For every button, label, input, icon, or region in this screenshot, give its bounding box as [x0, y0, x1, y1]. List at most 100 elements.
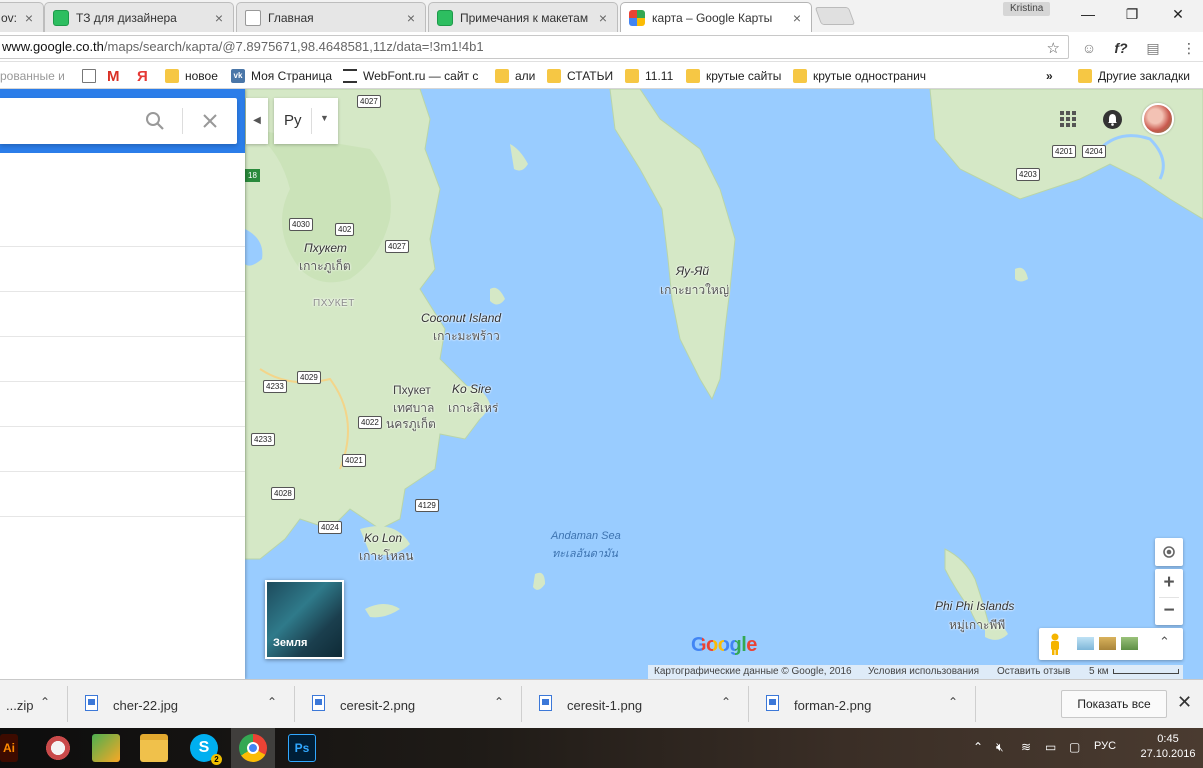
download-item[interactable]: ...zip ⌃: [0, 686, 68, 722]
bookmark-folder[interactable]: СТАТЬИ: [547, 67, 613, 85]
show-all-downloads-button[interactable]: Показать все: [1061, 690, 1167, 718]
maximize-icon[interactable]: ❐: [1122, 5, 1142, 23]
scale-label[interactable]: 5 км: [1089, 666, 1109, 677]
avatar[interactable]: [1142, 103, 1174, 135]
chevron-up-icon[interactable]: ⌃: [267, 695, 277, 709]
close-icon[interactable]: [200, 111, 220, 131]
language-select[interactable]: Ру ▼: [274, 98, 338, 144]
map-canvas[interactable]: 4027 402 4030 4027 4233 4029 4233 4022 4…: [0, 89, 1203, 679]
zoom-in-button[interactable]: +: [1155, 569, 1183, 597]
bookmark-item[interactable]: [82, 67, 102, 85]
earth-view-toggle[interactable]: Земля: [265, 580, 344, 659]
layer-thumb[interactable]: [1077, 637, 1094, 650]
result-row[interactable]: [0, 202, 245, 247]
tab-3[interactable]: Главная ×: [236, 2, 426, 32]
highway-shield: 18: [245, 169, 260, 182]
close-icon[interactable]: ×: [21, 10, 37, 26]
place-label[interactable]: Ko Lon: [364, 531, 402, 545]
menu-icon[interactable]: ⋮: [1180, 39, 1198, 57]
bookmark-folder[interactable]: крутые одностранич: [793, 67, 926, 85]
result-row[interactable]: [0, 472, 245, 517]
bookmark-label: новое: [185, 69, 218, 83]
bookmark-folder[interactable]: али: [495, 67, 535, 85]
battery-icon[interactable]: ▭: [1045, 740, 1056, 754]
result-row[interactable]: [0, 337, 245, 382]
place-label[interactable]: Пхукет: [393, 383, 431, 397]
window-close-icon[interactable]: ✕: [1168, 5, 1188, 23]
illustrator-icon[interactable]: Ai: [0, 734, 18, 762]
fonts-extension-icon[interactable]: f?: [1112, 39, 1130, 57]
bookmarks-overflow-button[interactable]: »: [1046, 67, 1053, 85]
chevron-up-icon[interactable]: ⌃: [721, 695, 731, 709]
chevron-up-icon[interactable]: ⌃: [494, 695, 504, 709]
place-label[interactable]: Пхукет: [304, 241, 347, 255]
message-icon[interactable]: ▢: [1069, 740, 1080, 754]
download-item[interactable]: ceresit-2.png ⌃: [296, 686, 522, 722]
system-clock[interactable]: 0:45 27.10.2016: [1138, 732, 1198, 762]
zoom-out-button[interactable]: −: [1155, 597, 1183, 625]
tab-1[interactable]: ov: ×: [0, 2, 44, 32]
place-label[interactable]: Phi Phi Islands: [935, 599, 1014, 613]
profile-name[interactable]: Kristina: [1003, 2, 1051, 16]
download-item[interactable]: forman-2.png ⌃: [750, 686, 976, 722]
chevron-down-icon: ▼: [320, 113, 329, 123]
bookmark-star-icon[interactable]: ☆: [1047, 38, 1060, 58]
address-bar[interactable]: www.google.co.th/maps/search/карта/@7.89…: [0, 35, 1069, 59]
app-icon[interactable]: [92, 734, 120, 762]
result-row[interactable]: [0, 427, 245, 472]
bookmark-vk[interactable]: vk Моя Страница: [231, 67, 332, 85]
result-row[interactable]: [0, 292, 245, 337]
extension-face-icon[interactable]: ☺: [1080, 39, 1098, 57]
close-icon[interactable]: ×: [211, 10, 227, 26]
bookmark-folder[interactable]: новое: [165, 67, 218, 85]
tab-google-maps[interactable]: карта – Google Карты ×: [620, 2, 812, 32]
pegman-icon[interactable]: [1049, 633, 1061, 655]
collapse-panel-button[interactable]: ◀: [246, 98, 268, 144]
bookmark-folder[interactable]: крутые сайты: [686, 67, 781, 85]
chevron-up-icon[interactable]: ⌃: [40, 695, 50, 709]
place-label[interactable]: Яу-Яй: [676, 264, 709, 278]
close-icon[interactable]: ×: [595, 10, 611, 26]
download-item[interactable]: cher-22.jpg ⌃: [69, 686, 295, 722]
app-icon[interactable]: [44, 734, 72, 762]
chevron-up-icon[interactable]: ⌃: [1159, 634, 1170, 650]
layer-thumb[interactable]: [1121, 637, 1138, 650]
notifications-bell-icon[interactable]: [1103, 110, 1122, 129]
tab-4[interactable]: Примечания к макетам ×: [428, 2, 618, 32]
result-row[interactable]: [0, 382, 245, 427]
my-location-button[interactable]: [1155, 538, 1183, 566]
terms-link[interactable]: Условия использования: [868, 666, 979, 677]
chrome-icon[interactable]: [239, 734, 267, 762]
apps-grid-icon[interactable]: [1060, 111, 1076, 127]
layer-thumb[interactable]: [1099, 637, 1116, 650]
close-icon[interactable]: ×: [403, 10, 419, 26]
bookmark-gmail[interactable]: M: [107, 67, 120, 85]
chevron-up-icon[interactable]: ⌃: [948, 695, 958, 709]
feedback-link[interactable]: Оставить отзыв: [997, 666, 1070, 677]
tab-2[interactable]: ТЗ для дизайнера ×: [44, 2, 234, 32]
file-explorer-icon[interactable]: [140, 734, 168, 762]
close-icon[interactable]: ×: [789, 10, 805, 26]
search-input[interactable]: [4, 108, 134, 134]
bookmark-yandex[interactable]: Я: [137, 67, 148, 85]
new-tab-button[interactable]: [814, 7, 856, 25]
tray-chevron-up-icon[interactable]: ⌃: [973, 740, 983, 754]
volume-muted-icon[interactable]: 🔇︎: [996, 740, 1004, 755]
place-label[interactable]: Coconut Island: [421, 311, 501, 325]
input-language[interactable]: РУС: [1094, 740, 1116, 752]
photoshop-icon[interactable]: Ps: [288, 734, 316, 762]
reader-extension-icon[interactable]: ▤: [1144, 39, 1162, 57]
bookmark-item[interactable]: рованные и: [0, 67, 65, 85]
bookmark-other[interactable]: Другие закладки: [1078, 67, 1190, 85]
clock-date: 27.10.2016: [1140, 748, 1196, 760]
skype-icon[interactable]: S2: [190, 734, 222, 765]
minimize-icon[interactable]: —: [1078, 5, 1098, 23]
close-icon[interactable]: ✕: [1177, 692, 1192, 713]
bookmark-folder[interactable]: 11.11: [625, 67, 673, 85]
bookmark-webfont[interactable]: WebFont.ru — сайт с: [343, 67, 478, 85]
result-row[interactable]: [0, 247, 245, 292]
place-label[interactable]: Ko Sire: [452, 382, 491, 396]
wifi-icon[interactable]: ≋: [1021, 740, 1031, 754]
download-item[interactable]: ceresit-1.png ⌃: [523, 686, 749, 722]
search-icon[interactable]: [145, 111, 165, 131]
